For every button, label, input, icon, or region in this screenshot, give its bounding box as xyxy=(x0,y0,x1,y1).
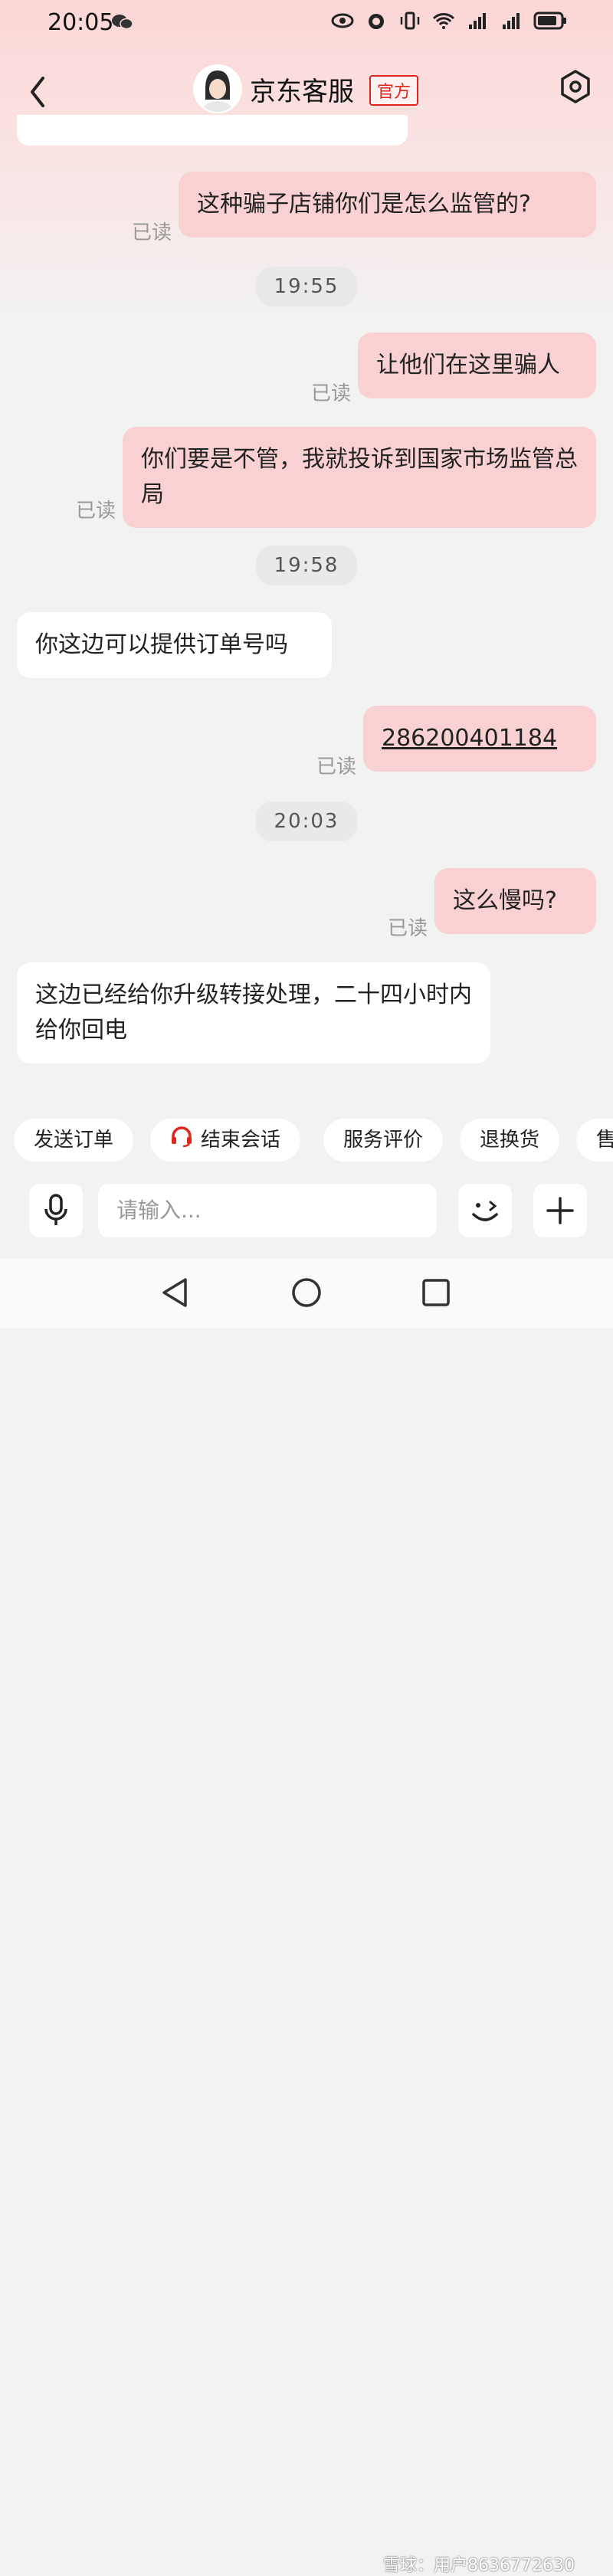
message-bubble-sent[interactable]: 这么慢吗? xyxy=(434,868,596,934)
message-bubble-sent[interactable]: 你们要是不管，我就投诉到国家市场监管总局 xyxy=(123,427,596,528)
chip-label: 发送订单 xyxy=(34,1129,114,1152)
read-status: 已读 xyxy=(132,221,172,244)
signal-4g-icon xyxy=(466,11,489,31)
timestamp: 19:58 xyxy=(256,546,357,585)
message-text: 这么慢吗? xyxy=(453,887,557,914)
microphone-icon xyxy=(44,1194,68,1231)
nav-recents-icon[interactable] xyxy=(418,1275,454,1310)
emoji-icon xyxy=(469,1195,501,1230)
message-text: 这边已经给你升级转接处理，二十四小时内给你回电 xyxy=(35,982,472,1044)
read-status: 已读 xyxy=(311,382,352,405)
status-icons xyxy=(331,11,567,31)
page-title: 京东客服 xyxy=(250,77,354,107)
chip-label: 售 xyxy=(596,1129,613,1152)
official-badge: 官方 xyxy=(369,75,419,106)
avatar[interactable] xyxy=(193,64,242,113)
battery-icon xyxy=(533,11,567,31)
message-text: 让他们在这里骗人 xyxy=(376,352,560,379)
timestamp: 19:55 xyxy=(256,267,357,306)
alarm-icon xyxy=(365,11,388,31)
timestamp: 20:03 xyxy=(256,801,357,841)
emoji-button[interactable] xyxy=(458,1184,512,1237)
order-number-link[interactable]: 286200401184 xyxy=(382,725,557,752)
chip-label: 退换货 xyxy=(480,1129,540,1152)
status-time: 20:05 xyxy=(48,9,114,36)
read-status: 已读 xyxy=(316,755,357,778)
headset-icon xyxy=(170,1119,193,1162)
after-sales-chip[interactable]: 售 xyxy=(576,1119,613,1162)
previous-message-bubble xyxy=(17,115,408,146)
voice-button[interactable] xyxy=(29,1184,83,1237)
return-exchange-chip[interactable]: 退换货 xyxy=(460,1119,560,1162)
message-bubble-sent[interactable]: 这种骗子店铺你们是怎么监管的? xyxy=(179,172,596,238)
chip-label: 结束会话 xyxy=(201,1129,281,1152)
message-input[interactable]: 请输入... xyxy=(98,1184,437,1237)
plus-icon xyxy=(546,1196,575,1228)
message-text: 这种骗子店铺你们是怎么监管的? xyxy=(197,191,531,218)
service-rating-chip[interactable]: 服务评价 xyxy=(323,1119,444,1162)
end-session-chip[interactable]: 结束会话 xyxy=(150,1119,301,1162)
nav-home-icon[interactable] xyxy=(289,1275,324,1310)
vibrate-icon xyxy=(398,11,421,31)
eye-icon xyxy=(331,11,354,31)
read-status: 已读 xyxy=(388,917,428,940)
message-text: 你们要是不管，我就投诉到国家市场监管总局 xyxy=(141,446,578,508)
system-nav-bar: 雪球：用户8636772630 xyxy=(0,1258,613,2575)
chip-label: 服务评价 xyxy=(343,1129,424,1152)
message-bubble-sent[interactable]: 让他们在这里骗人 xyxy=(358,333,596,398)
back-arrow-icon[interactable] xyxy=(23,69,54,115)
read-status: 已读 xyxy=(76,500,116,523)
wifi-icon xyxy=(432,11,455,31)
input-bar: 请输入... xyxy=(0,1184,613,1245)
message-bubble-received[interactable]: 这边已经给你升级转接处理，二十四小时内给你回电 xyxy=(17,962,490,1064)
message-bubble-received[interactable]: 你这边可以提供订单号吗 xyxy=(17,612,332,678)
message-text: 你这边可以提供订单号吗 xyxy=(35,631,288,658)
quick-actions: 发送订单 结束会话 服务评价 退换货 售 xyxy=(0,1119,613,1165)
signal-4g-icon xyxy=(500,11,523,31)
message-bubble-sent[interactable]: 286200401184 xyxy=(363,706,596,772)
add-button[interactable] xyxy=(533,1184,587,1237)
wechat-icon xyxy=(111,12,134,38)
settings-icon[interactable] xyxy=(558,69,593,104)
nav-back-icon[interactable] xyxy=(158,1275,193,1310)
status-bar: 20:05 xyxy=(0,0,613,46)
send-order-chip[interactable]: 发送订单 xyxy=(14,1119,134,1162)
watermark: 雪球：用户8636772630 xyxy=(383,2556,575,2575)
